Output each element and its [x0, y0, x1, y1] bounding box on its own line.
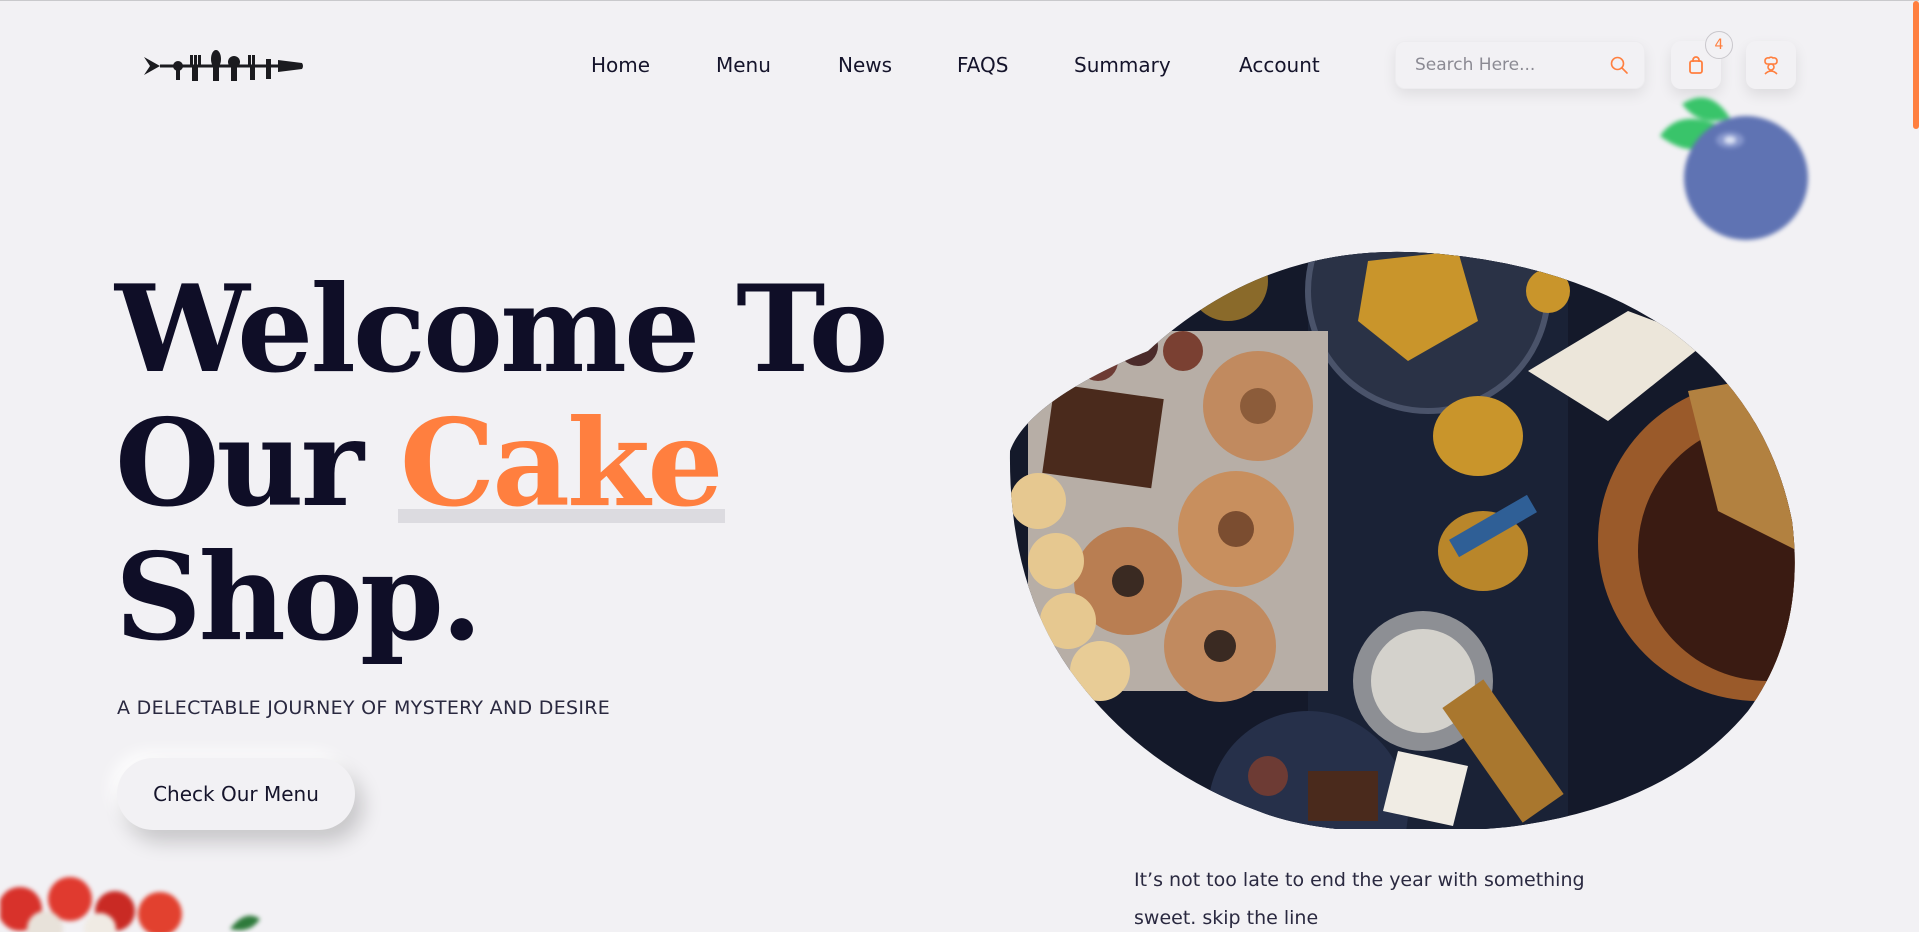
hero-subtitle: A DELECTABLE JOURNEY OF MYSTERY AND DESI… — [117, 697, 611, 719]
hero-title-line2-prefix: Our — [115, 393, 400, 534]
search-box — [1395, 41, 1645, 89]
nav-news[interactable]: News — [838, 53, 892, 77]
hero-food-image — [1009, 251, 1795, 829]
hero-title: Welcome To Our Cake Shop. — [115, 263, 889, 668]
strawberries-decoration — [0, 877, 260, 932]
search-input[interactable] — [1415, 55, 1605, 75]
blueberry-decoration — [1660, 97, 1808, 240]
nav-faqs[interactable]: FAQS — [957, 53, 1008, 77]
shopping-bag-icon — [1689, 56, 1703, 74]
hero-title-line1: Welcome To — [115, 259, 889, 400]
nav-home[interactable]: Home — [591, 53, 650, 77]
cart-button[interactable]: 4 — [1671, 31, 1733, 89]
scrollbar-thumb[interactable] — [1913, 1, 1919, 129]
hero-title-accent: Cake — [397, 393, 725, 534]
site-logo[interactable] — [144, 49, 304, 83]
search-icon[interactable] — [1609, 55, 1629, 75]
nav-summary[interactable]: Summary — [1074, 53, 1171, 77]
hero-caption: It’s not too late to end the year with s… — [1134, 869, 1585, 929]
page-scrollbar[interactable] — [1913, 1, 1919, 932]
chef-user-icon — [1764, 56, 1778, 75]
user-account-button[interactable] — [1746, 41, 1796, 89]
nav-account[interactable]: Account — [1239, 53, 1320, 77]
nav-menu[interactable]: Menu — [716, 53, 771, 77]
cutlery-logo-icon — [144, 50, 303, 81]
hero-title-line3: Shop. — [115, 527, 483, 668]
cart-count-badge: 4 — [1705, 31, 1733, 59]
check-menu-button[interactable]: Check Our Menu — [117, 758, 355, 830]
